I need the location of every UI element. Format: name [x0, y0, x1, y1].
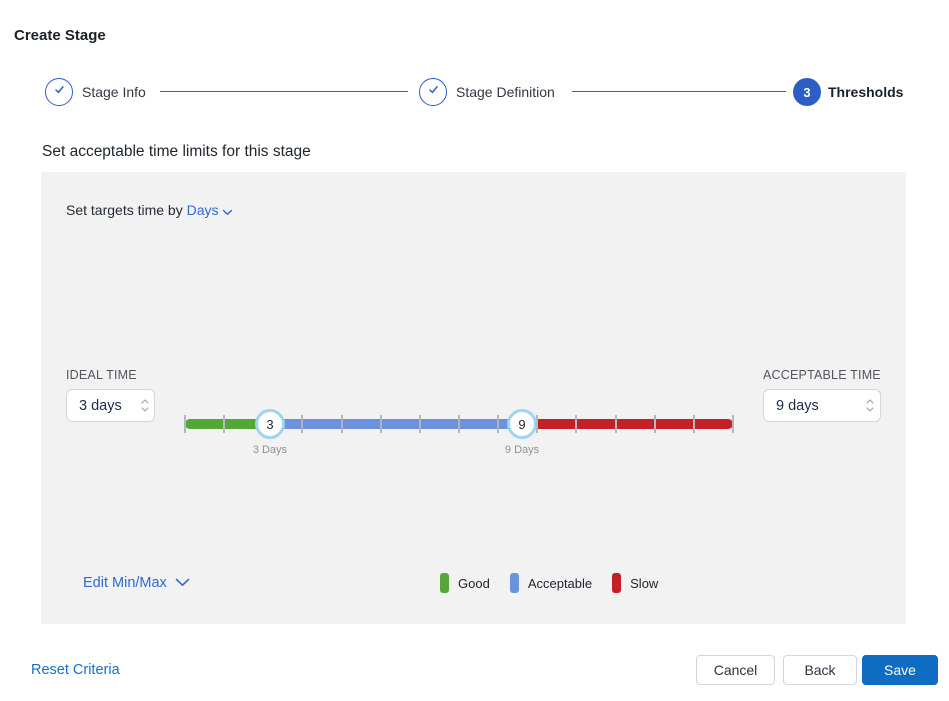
ideal-time-field — [66, 389, 155, 422]
chevron-down-icon — [141, 407, 149, 412]
step-connector — [160, 91, 408, 92]
thresholds-panel: Set targets time by Days IDEAL TIME — [41, 172, 906, 624]
save-button[interactable]: Save — [862, 655, 938, 685]
ideal-time-stepper[interactable] — [136, 390, 154, 421]
target-unit-dropdown[interactable]: Days — [187, 202, 234, 218]
slider-tick — [380, 415, 382, 433]
slider-segment-acceptable — [270, 419, 522, 429]
chevron-down-icon — [866, 407, 874, 412]
ideal-handle[interactable]: 3 — [255, 409, 285, 439]
acceptable-time-input[interactable] — [764, 390, 861, 421]
slider-tick — [615, 415, 617, 433]
check-icon — [53, 83, 66, 101]
slider-tick — [419, 415, 421, 433]
slider-segment-slow — [522, 419, 733, 429]
step-1-label: Stage Info — [82, 84, 146, 100]
legend-label: Acceptable — [528, 576, 592, 591]
target-unit-value: Days — [187, 202, 219, 218]
chevron-down-icon — [175, 575, 190, 591]
check-icon — [427, 83, 440, 101]
acceptable-color-chip — [510, 573, 519, 593]
slider-tick — [693, 415, 695, 433]
slider-legend: Good Acceptable Slow — [440, 573, 678, 593]
step-2-stage-definition[interactable] — [419, 78, 447, 106]
slider-tick — [654, 415, 656, 433]
slider-tick — [184, 415, 186, 433]
edit-minmax-toggle[interactable]: Edit Min/Max — [83, 575, 190, 591]
cancel-button[interactable]: Cancel — [696, 655, 775, 685]
chevron-down-icon — [222, 203, 233, 219]
ideal-time-input[interactable] — [67, 390, 136, 421]
ideal-time-label: IDEAL TIME — [66, 368, 137, 382]
legend-item-slow: Slow — [612, 573, 658, 593]
slider-tick — [458, 415, 460, 433]
section-heading: Set acceptable time limits for this stag… — [42, 143, 311, 161]
ideal-handle-caption: 3 Days — [240, 444, 300, 456]
step-3-number: 3 — [803, 85, 810, 100]
wizard-stepper: Stage Info Stage Definition 3 Thresholds — [0, 78, 949, 106]
target-time-prefix: Set targets time by — [66, 202, 183, 218]
slider-tick — [341, 415, 343, 433]
acceptable-time-label: ACCEPTABLE TIME — [763, 368, 881, 382]
acceptable-handle[interactable]: 9 — [507, 409, 537, 439]
step-1-stage-info[interactable] — [45, 78, 73, 106]
back-button[interactable]: Back — [783, 655, 857, 685]
acceptable-handle-value: 9 — [518, 417, 525, 432]
acceptable-time-field — [763, 389, 881, 422]
edit-minmax-label: Edit Min/Max — [83, 575, 167, 591]
acceptable-time-stepper[interactable] — [861, 390, 881, 421]
good-color-chip — [440, 573, 449, 593]
reset-criteria-link[interactable]: Reset Criteria — [31, 662, 120, 678]
slider-tick — [732, 415, 734, 433]
legend-label: Slow — [630, 576, 658, 591]
step-3-label: Thresholds — [828, 84, 903, 100]
ideal-handle-value: 3 — [266, 417, 273, 432]
step-3-thresholds[interactable]: 3 — [793, 78, 821, 106]
slider-tick — [301, 415, 303, 433]
step-connector — [572, 91, 786, 92]
acceptable-handle-caption: 9 Days — [492, 444, 552, 456]
slider-tick — [223, 415, 225, 433]
slider-tick — [497, 415, 499, 433]
chevron-up-icon — [866, 399, 874, 404]
legend-item-good: Good — [440, 573, 490, 593]
chevron-up-icon — [141, 399, 149, 404]
page-title: Create Stage — [14, 27, 106, 44]
legend-item-acceptable: Acceptable — [510, 573, 592, 593]
target-time-row: Set targets time by Days — [66, 202, 233, 219]
step-2-label: Stage Definition — [456, 84, 555, 100]
legend-label: Good — [458, 576, 490, 591]
slider-tick — [575, 415, 577, 433]
time-threshold-slider: 3 3 Days 9 9 Days — [185, 396, 733, 456]
create-stage-dialog: Create Stage Stage Info Stage Definition… — [0, 0, 949, 701]
slow-color-chip — [612, 573, 621, 593]
